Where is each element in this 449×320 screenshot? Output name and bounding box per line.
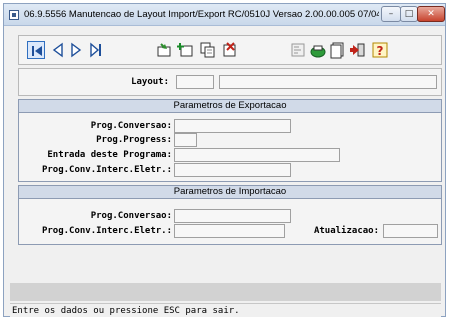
search-button[interactable] <box>309 41 327 59</box>
entrada-programa-input[interactable] <box>174 148 340 162</box>
list-icon <box>330 42 344 59</box>
search-icon <box>310 45 326 58</box>
last-record-icon <box>90 42 101 58</box>
add-record-icon <box>177 43 193 57</box>
import-parameters-group: Parametros de Importacao Prog.Conversao:… <box>18 185 442 245</box>
exit-icon <box>350 43 365 57</box>
minimize-button[interactable]: – <box>381 6 401 22</box>
layout-code-input[interactable] <box>176 75 214 89</box>
navigation-toolbar: ? <box>18 35 442 65</box>
filter-button[interactable] <box>289 41 307 59</box>
close-icon: ✕ <box>427 9 435 19</box>
export-section-header: Parametros de Exportacao <box>19 100 441 113</box>
delete-record-icon <box>223 42 236 57</box>
add-record-button[interactable] <box>177 41 195 59</box>
first-record-button[interactable] <box>27 41 45 59</box>
export-prog-conv-interc-input[interactable] <box>174 163 291 177</box>
atualizacao-label: Atualizacao: <box>313 226 379 236</box>
export-prog-conversao-label: Prog.Conversao: <box>90 121 172 131</box>
bottom-band <box>10 283 441 301</box>
title-bar[interactable]: 06.9.5556 Manutencao de Layout Import/Ex… <box>4 4 445 26</box>
close-button[interactable]: ✕ <box>417 6 445 22</box>
prog-progress-label: Prog.Progress: <box>96 135 172 145</box>
import-prog-conv-interc-input[interactable] <box>174 224 285 238</box>
main-window: 06.9.5556 Manutencao de Layout Import/Ex… <box>3 3 446 317</box>
status-message: Entre os dados ou pressione ESC para sai… <box>12 306 240 316</box>
import-section-header: Parametros de Importacao <box>19 186 441 199</box>
import-prog-conv-interc-label: Prog.Conv.Interc.Eletr.: <box>41 226 172 236</box>
layout-label: Layout: <box>131 77 169 87</box>
app-icon <box>9 10 19 20</box>
window-title: 06.9.5556 Manutencao de Layout Import/Ex… <box>24 9 379 20</box>
maximize-icon: □ <box>404 9 414 19</box>
first-record-icon <box>32 46 42 56</box>
layout-panel: Layout: <box>18 68 442 96</box>
last-record-button[interactable] <box>87 41 105 59</box>
exit-button[interactable] <box>349 41 367 59</box>
help-icon: ? <box>372 42 388 58</box>
copy-record-icon <box>200 42 215 58</box>
list-button[interactable] <box>329 41 347 59</box>
status-bar: Entre os dados ou pressione ESC para sai… <box>10 303 441 317</box>
import-prog-conversao-input[interactable] <box>174 209 291 223</box>
export-prog-conversao-input[interactable] <box>174 119 291 133</box>
previous-record-button[interactable] <box>49 41 67 59</box>
minimize-icon: – <box>388 9 394 19</box>
svg-text:?: ? <box>377 44 384 58</box>
previous-record-icon <box>52 42 63 58</box>
export-parameters-group: Parametros de Exportacao Prog.Conversao:… <box>18 99 442 182</box>
help-button[interactable]: ? <box>371 41 389 59</box>
next-record-icon <box>71 42 82 58</box>
go-to-record-icon <box>157 43 171 57</box>
entrada-programa-label: Entrada deste Programa: <box>47 150 172 160</box>
filter-icon <box>291 43 305 57</box>
layout-description-input[interactable] <box>219 75 437 89</box>
delete-record-button[interactable] <box>221 41 239 59</box>
go-to-record-button[interactable] <box>155 41 173 59</box>
atualizacao-input[interactable] <box>383 224 438 238</box>
copy-record-button[interactable] <box>199 41 217 59</box>
prog-progress-input[interactable] <box>174 133 197 147</box>
export-prog-conv-interc-label: Prog.Conv.Interc.Eletr.: <box>41 165 172 175</box>
maximize-button[interactable]: □ <box>400 6 418 22</box>
import-prog-conversao-label: Prog.Conversao: <box>90 211 172 221</box>
next-record-button[interactable] <box>67 41 85 59</box>
form-client-area: ? Layout: Parametros de Exportacao Prog.… <box>10 30 442 317</box>
